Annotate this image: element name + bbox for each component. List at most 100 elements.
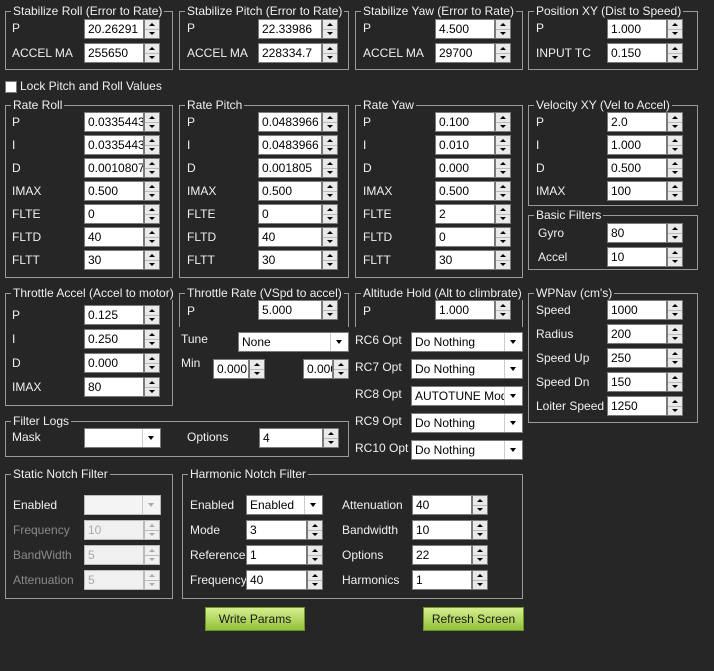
spin-down-icon[interactable] (496, 53, 510, 62)
spinner-buttons[interactable] (144, 570, 160, 590)
spinner-buttons[interactable] (495, 112, 511, 132)
spin-down-icon[interactable] (668, 257, 682, 266)
spin-down-icon[interactable] (323, 29, 337, 38)
tune-max-input[interactable]: 0.000 (303, 359, 349, 379)
spinner-buttons[interactable] (667, 112, 683, 132)
chevron-down-icon[interactable] (504, 441, 522, 459)
spinner-buttons[interactable] (495, 19, 511, 39)
spinner-buttons[interactable] (495, 250, 511, 270)
tune-min-input[interactable]: 0.000 (213, 359, 265, 379)
rate-yaw-row-input[interactable]: 2 (435, 204, 511, 224)
spinner-buttons[interactable] (144, 112, 160, 132)
spinner-buttons[interactable] (667, 247, 683, 267)
harmonic-notch-row-input[interactable]: 22 (412, 545, 488, 565)
wpnav-row-input[interactable]: 1000 (607, 300, 683, 320)
spin-down-icon[interactable] (145, 237, 159, 246)
stabilize-pitch-accel-input[interactable]: 228334.7 (258, 43, 338, 63)
rate-yaw-row-input[interactable]: 0.000 (435, 158, 511, 178)
stabilize-yaw-accel-input[interactable]: 29700 (435, 43, 511, 63)
tune-select[interactable]: None (238, 332, 349, 352)
velocity-xy-row-input[interactable]: 100 (607, 181, 683, 201)
throttle-rate-p-input[interactable]: 5.000 (258, 300, 338, 320)
spin-down-icon[interactable] (145, 387, 159, 396)
throttle-accel-row-input[interactable]: 0.250 (84, 329, 160, 349)
throttle-accel-row-input[interactable]: 80 (84, 377, 160, 397)
spinner-buttons[interactable] (322, 300, 338, 320)
rate-yaw-row-input[interactable]: 0.010 (435, 135, 511, 155)
rate-pitch-row-input[interactable]: 0.500 (258, 181, 338, 201)
rc-option-select[interactable]: Do Nothing (411, 359, 523, 379)
rate-roll-row-input[interactable]: 40 (84, 227, 160, 247)
stabilize-yaw-p-input[interactable]: 4.500 (435, 19, 511, 39)
spinner-buttons[interactable] (322, 227, 338, 247)
throttle-accel-row-input[interactable]: 0.125 (84, 305, 160, 325)
spin-down-icon[interactable] (668, 382, 682, 391)
chevron-down-icon[interactable] (142, 429, 160, 447)
static-notch-attenuation-input[interactable]: 5 (84, 570, 160, 590)
chevron-down-icon[interactable] (504, 387, 522, 405)
basic-filters-row-input[interactable]: 10 (607, 247, 683, 267)
spinner-buttons[interactable] (495, 43, 511, 63)
chevron-down-icon[interactable] (504, 333, 522, 351)
spin-down-icon[interactable] (668, 122, 682, 131)
spin-down-icon[interactable] (145, 122, 159, 131)
spinner-buttons[interactable] (667, 324, 683, 344)
harmonic-notch-row-input[interactable]: 1 (246, 545, 323, 565)
throttle-accel-row-input[interactable]: 0.000 (84, 353, 160, 373)
spin-down-icon[interactable] (145, 168, 159, 177)
static-notch-bandwidth-input[interactable]: 5 (84, 545, 160, 565)
rate-yaw-row-input[interactable]: 30 (435, 250, 511, 270)
spin-down-icon[interactable] (496, 29, 510, 38)
spin-down-icon[interactable] (496, 122, 510, 131)
harmonic-notch-enabled-select[interactable]: Enabled (246, 495, 323, 515)
chevron-down-icon[interactable] (330, 333, 348, 351)
chevron-down-icon[interactable] (504, 414, 522, 432)
spinner-buttons[interactable] (495, 227, 511, 247)
wpnav-row-input[interactable]: 250 (607, 348, 683, 368)
spin-down-icon[interactable] (145, 339, 159, 348)
spin-down-icon[interactable] (308, 530, 322, 539)
spin-down-icon[interactable] (250, 369, 264, 378)
lock-pitch-roll-label[interactable]: Lock Pitch and Roll Values (20, 79, 162, 93)
rc-option-select[interactable]: Do Nothing (411, 440, 523, 460)
rc-option-select[interactable]: Do Nothing (411, 332, 523, 352)
spinner-buttons[interactable] (472, 495, 488, 515)
rate-pitch-row-input[interactable]: 0.001805 (258, 158, 338, 178)
stabilize-roll-accel-input[interactable]: 255650 (84, 43, 160, 63)
spinner-buttons[interactable] (495, 300, 511, 320)
rate-pitch-row-input[interactable]: 0 (258, 204, 338, 224)
spinner-buttons[interactable] (144, 181, 160, 201)
rc-option-select[interactable]: AUTOTUNE Mode (411, 386, 523, 406)
lock-pitch-roll-checkbox[interactable] (5, 81, 17, 93)
spin-down-icon[interactable] (308, 555, 322, 564)
rate-roll-row-input[interactable]: 0.0335443 (84, 112, 160, 132)
spin-down-icon[interactable] (473, 555, 487, 564)
spin-down-icon[interactable] (473, 505, 487, 514)
spinner-buttons[interactable] (667, 300, 683, 320)
spinner-buttons[interactable] (667, 372, 683, 392)
rate-roll-row-input[interactable]: 0.500 (84, 181, 160, 201)
spin-down-icon[interactable] (323, 145, 337, 154)
spin-down-icon[interactable] (145, 53, 159, 62)
spinner-buttons[interactable] (667, 135, 683, 155)
chevron-down-icon[interactable] (142, 496, 160, 514)
spin-down-icon[interactable] (496, 214, 510, 223)
rate-pitch-row-input[interactable]: 0.0483966 (258, 112, 338, 132)
spin-down-icon[interactable] (668, 145, 682, 154)
rate-pitch-row-input[interactable]: 30 (258, 250, 338, 270)
position-xy-p-input[interactable]: 1.000 (607, 19, 683, 39)
spinner-buttons[interactable] (322, 135, 338, 155)
altitude-hold-p-input[interactable]: 1.000 (435, 300, 511, 320)
spin-down-icon[interactable] (145, 145, 159, 154)
rate-pitch-row-input[interactable]: 0.0483966 (258, 135, 338, 155)
spin-down-icon[interactable] (668, 29, 682, 38)
spinner-buttons[interactable] (322, 204, 338, 224)
spin-down-icon[interactable] (496, 168, 510, 177)
spinner-buttons[interactable] (249, 359, 265, 379)
spin-down-icon[interactable] (496, 260, 510, 269)
spin-down-icon[interactable] (334, 369, 348, 378)
harmonic-notch-row-input[interactable]: 10 (412, 520, 488, 540)
spin-down-icon[interactable] (473, 580, 487, 589)
harmonic-notch-row-input[interactable]: 1 (412, 570, 488, 590)
spinner-buttons[interactable] (472, 570, 488, 590)
